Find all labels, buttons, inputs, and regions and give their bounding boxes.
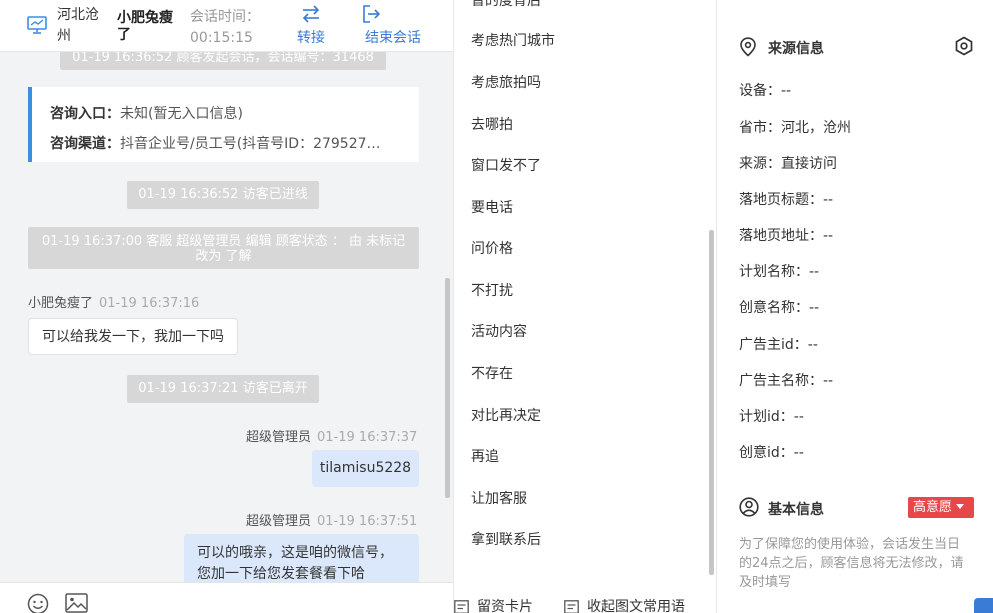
- transfer-icon: [302, 5, 320, 23]
- logout-icon: [363, 5, 381, 23]
- source-creative-name: 创意名称：--: [739, 300, 820, 316]
- chat-input-toolbar: [0, 582, 453, 613]
- quick-reply-panel: 普的度青后 考虑热门城市 考虑旅拍吗 去哪拍 窗口发不了 要电话 问价格 不打扰…: [453, 0, 717, 613]
- message-time: 01-19 16:37:37: [317, 430, 418, 445]
- message-sender-customer: 小肥兔瘦了 01-19 16:37:16: [28, 292, 199, 311]
- quick-reply-footer: 留资卡片 收起图文常用语: [454, 582, 716, 613]
- source-landing-title: 落地页标题：--: [739, 192, 834, 208]
- quick-reply-item[interactable]: 去哪拍: [471, 114, 513, 134]
- end-session-button[interactable]: 结束会话: [358, 4, 428, 47]
- system-message-left: 01-19 16:37:21 访客已离开: [127, 375, 319, 403]
- consult-entry-row: 咨询入口：未知(暂无入口信息): [50, 99, 410, 129]
- consult-info-card: 咨询入口：未知(暂无入口信息) 咨询渠道：抖音企业号/员工号(抖音号ID：279…: [28, 87, 419, 162]
- settings-icon[interactable]: [954, 36, 974, 56]
- location-pin-icon: [740, 37, 756, 57]
- source-plan-name: 计划名称：--: [739, 264, 820, 280]
- chat-header: 河北沧州 小肥兔瘦了 会话时间： 00:15:15 转接 结束会话: [0, 0, 453, 52]
- quick-reply-item[interactable]: 让加客服: [471, 488, 527, 508]
- edit-deadline-notice: 为了保障您的使用体验，会话发生当日的24点之后，顾客信息将无法修改，请及时填写: [739, 537, 964, 590]
- source-plan-id: 计划id：--: [739, 409, 804, 425]
- sender-name: 小肥兔瘦了: [28, 296, 94, 311]
- lead-card-button[interactable]: 留资卡片: [454, 596, 533, 613]
- quick-reply-item[interactable]: 要电话: [471, 197, 513, 217]
- quick-reply-item[interactable]: 问价格: [471, 238, 513, 258]
- source-device: 设备：--: [739, 83, 792, 99]
- consult-entry-value: 未知(暂无入口信息): [120, 106, 243, 122]
- quick-reply-item[interactable]: 普的度青后: [471, 0, 541, 10]
- session-time-value: 00:15:15: [190, 30, 253, 46]
- transfer-button[interactable]: 转接: [291, 4, 331, 47]
- source-advertiser-id: 广告主id：--: [739, 337, 818, 353]
- source-creative-id: 创意id：--: [739, 445, 804, 461]
- basic-info-title: 基本信息: [768, 502, 824, 518]
- sender-name: 超级管理员: [246, 514, 312, 529]
- quick-reply-item[interactable]: 活动内容: [471, 321, 527, 341]
- message-time: 01-19 16:37:51: [317, 514, 418, 529]
- consult-channel-value: 抖音企业号/员工号(抖音号ID：279527…: [120, 136, 381, 152]
- collapse-phrases-button[interactable]: 收起图文常用语: [564, 596, 685, 613]
- document-icon: [564, 600, 579, 613]
- chat-scrollbar[interactable]: [445, 278, 450, 498]
- consult-entry-label: 咨询入口：: [50, 106, 120, 122]
- quick-reply-item[interactable]: 考虑旅拍吗: [471, 72, 541, 92]
- source-province-city: 省市：河北，沧州: [739, 120, 851, 136]
- message-time: 01-19 16:37:16: [99, 296, 200, 311]
- quick-reply-item[interactable]: 考虑热门城市: [471, 30, 555, 50]
- system-message-status-change: 01-19 16:37:00 客服 超级管理员 编辑 顾客状态 ： 由 未标记 …: [28, 227, 419, 269]
- quick-reply-item[interactable]: 不存在: [471, 363, 513, 383]
- source-landing-url: 落地页地址：--: [739, 228, 834, 244]
- quick-reply-item[interactable]: 窗口发不了: [471, 155, 541, 175]
- message-sender-agent: 超级管理员 01-19 16:37:37: [246, 426, 417, 445]
- quick-reply-item[interactable]: 对比再决定: [471, 405, 541, 425]
- document-icon: [454, 600, 469, 613]
- consult-channel-row: 咨询渠道：抖音企业号/员工号(抖音号ID：279527…: [50, 129, 410, 159]
- chat-pane: 河北沧州 小肥兔瘦了 会话时间： 00:15:15 转接 结束会话 01-19 …: [0, 0, 453, 613]
- source-origin: 来源：直接访问: [739, 156, 837, 172]
- caret-down-icon: [956, 504, 965, 509]
- quick-reply-scrollbar[interactable]: [709, 230, 714, 575]
- quick-reply-item[interactable]: 再追: [471, 446, 499, 466]
- emoji-icon[interactable]: [27, 593, 49, 613]
- message-bubble-incoming: 可以给我发一下，我加一下吗: [28, 318, 238, 355]
- session-time-label: 会话时间：: [190, 9, 260, 25]
- customer-location: 河北沧州: [57, 7, 99, 44]
- source-advertiser-name: 广告主名称：--: [739, 373, 834, 389]
- collapse-phrases-label: 收起图文常用语: [587, 599, 685, 613]
- quick-reply-item[interactable]: 不打扰: [471, 280, 513, 300]
- customer-info-panel: 来源信息 设备：-- 省市：河北，沧州 来源：直接访问 落地页标题：-- 落地页…: [718, 0, 993, 613]
- lead-card-label: 留资卡片: [477, 599, 533, 613]
- monitor-icon: [27, 16, 47, 34]
- intent-level-label: 高意愿: [913, 500, 953, 515]
- floating-action-button[interactable]: [974, 598, 993, 613]
- end-session-label: 结束会话: [365, 30, 421, 46]
- intent-level-dropdown[interactable]: 高意愿: [908, 497, 974, 518]
- source-info-title: 来源信息: [768, 41, 824, 57]
- message-bubble-outgoing: tilamisu5228: [312, 450, 419, 487]
- message-sender-agent: 超级管理员 01-19 16:37:51: [246, 510, 417, 529]
- system-message-entered: 01-19 16:36:52 访客已进线: [127, 181, 319, 209]
- user-circle-icon: [739, 497, 759, 517]
- quick-reply-item[interactable]: 拿到联系后: [471, 529, 541, 549]
- consult-channel-label: 咨询渠道：: [50, 136, 120, 152]
- transfer-label: 转接: [297, 30, 325, 46]
- image-icon[interactable]: [65, 593, 88, 613]
- sender-name: 超级管理员: [246, 430, 312, 445]
- customer-name: 小肥兔瘦了: [117, 10, 173, 43]
